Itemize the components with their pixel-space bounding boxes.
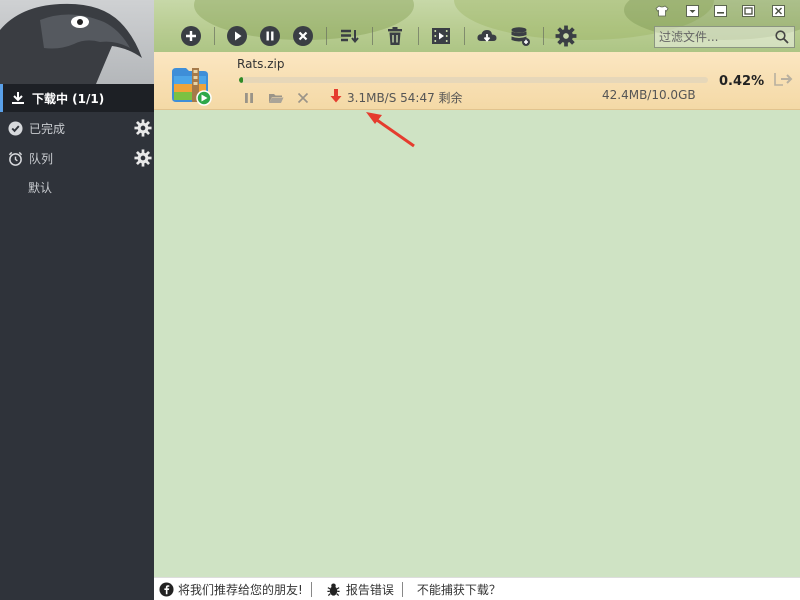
sidebar-item-queue[interactable]: 队列: [0, 144, 154, 172]
facebook-icon: [158, 581, 174, 597]
sidebar-item-completed[interactable]: 已完成: [0, 114, 154, 142]
toolbar-divider: [418, 27, 419, 45]
settings-icon: [555, 25, 577, 47]
shirt-icon: [655, 5, 669, 17]
toolbar-divider: [464, 27, 465, 45]
sidebar-item-label: 队列: [29, 151, 54, 166]
file-name: Rats.zip: [237, 57, 285, 71]
cannot-capture-link[interactable]: 不能捕获下载？: [403, 581, 509, 598]
search-box: [654, 26, 795, 48]
play-icon: [227, 26, 247, 46]
sidebar-item-default-queue[interactable]: 默认: [28, 179, 52, 196]
add-button[interactable]: [178, 23, 204, 49]
annotation-arrow: [360, 108, 420, 150]
database-button[interactable]: [507, 23, 533, 49]
settings-button[interactable]: [553, 23, 579, 49]
pause-button[interactable]: [257, 23, 283, 49]
pause-icon: [245, 93, 253, 103]
sidebar-item-label: 已完成: [29, 121, 66, 136]
cloud-download-icon: [477, 30, 497, 42]
pause-icon: [260, 26, 280, 46]
file-size: 42.4MB/10.0GB: [602, 88, 696, 102]
status-footer: 将我们推荐给您的朋友! 报告错误 不能捕获下载？: [154, 577, 800, 600]
download-arrow-icon: [330, 89, 342, 106]
open-folder-button[interactable]: [267, 90, 285, 106]
close-icon: [297, 92, 309, 104]
row-actions: [240, 90, 321, 106]
close-icon: [771, 5, 785, 17]
video-button[interactable]: [428, 23, 454, 49]
pause-download-button[interactable]: [240, 90, 258, 106]
toolbar-divider: [543, 27, 544, 45]
main-toolbar: [178, 23, 586, 49]
cloud-download-button[interactable]: [474, 23, 500, 49]
maximize-button[interactable]: [738, 3, 758, 19]
download-icon: [10, 90, 26, 106]
skin-button[interactable]: [652, 3, 672, 19]
gear-icon[interactable]: [134, 149, 152, 167]
cancel-download-button[interactable]: [294, 90, 312, 106]
download-speed: 3.1MB/S 54:47 剩余: [330, 89, 463, 106]
database-icon: [511, 27, 530, 46]
sidebar-item-downloading[interactable]: 下载中 (1/1): [0, 84, 154, 112]
close-button[interactable]: [768, 3, 788, 19]
stop-icon: [293, 26, 313, 46]
progress-percent: 0.42%: [719, 74, 765, 89]
speed-text: 3.1MB/S 54:47 剩余: [347, 91, 463, 105]
trash-icon: [388, 27, 402, 45]
report-bug-link[interactable]: 报告错误: [312, 581, 402, 598]
maximize-icon: [741, 5, 755, 17]
share-text: 将我们推荐给您的朋友!: [178, 582, 303, 597]
archive-file-icon: [170, 62, 212, 106]
minimize-button[interactable]: [710, 3, 730, 19]
search-icon[interactable]: [773, 28, 791, 46]
sidebar-item-label: 下载中 (1/1): [32, 91, 105, 106]
gear-icon[interactable]: [134, 119, 152, 137]
filter-input[interactable]: [655, 30, 773, 44]
sort-button[interactable]: [336, 23, 362, 49]
alarm-clock-icon: [7, 150, 23, 166]
report-text: 报告错误: [345, 582, 394, 597]
download-row[interactable]: Rats.zip 0.42% 42.4MB/10.0GB 3.1MB/S 54:…: [154, 52, 800, 110]
sort-icon: [341, 29, 359, 44]
bug-icon: [326, 581, 342, 597]
progress-bar: [239, 77, 708, 83]
toolbar-divider: [372, 27, 373, 45]
share-export-icon[interactable]: [774, 72, 793, 86]
menu-dropdown-icon: [685, 5, 699, 17]
app-logo: [0, 0, 154, 84]
video-icon: [432, 28, 450, 44]
share-friends-link[interactable]: 将我们推荐给您的朋友!: [154, 581, 311, 598]
toolbar-divider: [326, 27, 327, 45]
minimize-icon: [713, 5, 727, 17]
check-circle-icon: [7, 120, 23, 136]
start-button[interactable]: [224, 23, 250, 49]
stop-button[interactable]: [290, 23, 316, 49]
sidebar: 下载中 (1/1) 已完成 队列 默认: [0, 0, 154, 600]
menu-dropdown-button[interactable]: [682, 3, 702, 19]
toolbar-divider: [214, 27, 215, 45]
capture-text: 不能捕获下载？: [416, 582, 501, 597]
add-icon: [181, 26, 201, 46]
progress-fill: [239, 77, 244, 83]
delete-button[interactable]: [382, 23, 408, 49]
folder-open-icon: [269, 94, 284, 103]
